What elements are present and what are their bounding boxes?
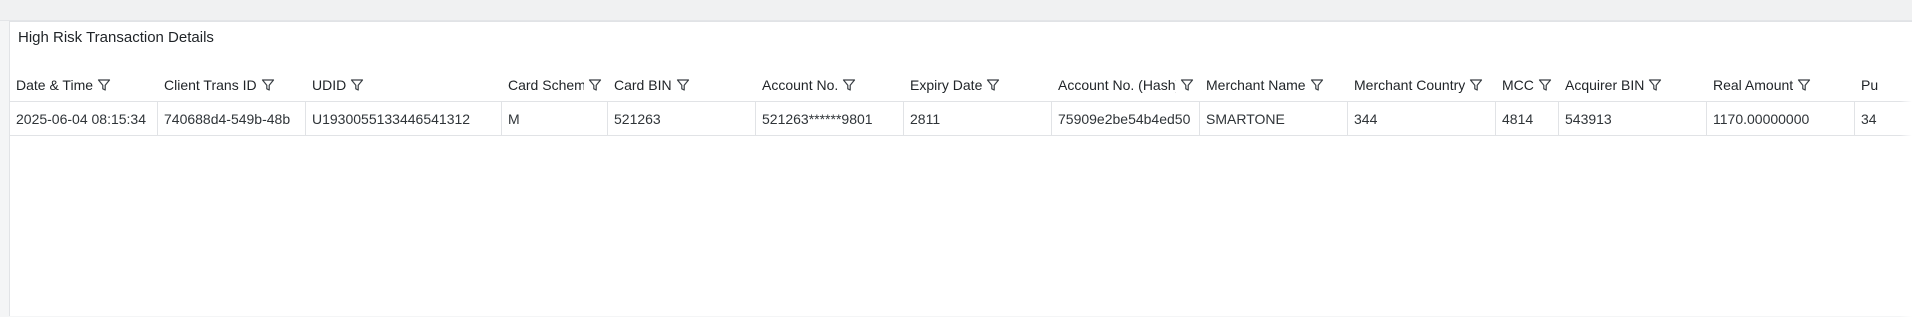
- cell-client-trans-id: 740688d4-549b-48b: [158, 102, 306, 135]
- grid-body: 2025-06-04 08:15:34 740688d4-549b-48b U193…: [10, 102, 1912, 136]
- column-header-label: MCC: [1502, 76, 1534, 93]
- cell-udid: U1930055133446541312: [306, 102, 502, 135]
- filter-icon[interactable]: [676, 78, 690, 92]
- filter-icon[interactable]: [1469, 78, 1483, 92]
- header-row: Date & Time Client Trans ID UDID Card Schem…: [10, 68, 1912, 102]
- filter-icon[interactable]: [1310, 78, 1324, 92]
- filter-icon[interactable]: [986, 78, 1000, 92]
- column-header-label: Merchant Country: [1354, 76, 1466, 93]
- filter-icon[interactable]: [842, 78, 856, 92]
- column-header-client-trans-id[interactable]: Client Trans ID: [158, 68, 306, 101]
- table-row[interactable]: 2025-06-04 08:15:34 740688d4-549b-48b U193…: [10, 102, 1912, 136]
- column-header-label: Expiry Date: [910, 76, 983, 93]
- column-header-label: Acquirer BIN: [1565, 76, 1645, 93]
- column-header-mcc[interactable]: MCC: [1496, 68, 1559, 101]
- cell-date-time: 2025-06-04 08:15:34: [10, 102, 158, 135]
- filter-icon[interactable]: [1648, 78, 1662, 92]
- cell-account-no-hash: 75909e2be54b4ed50: [1052, 102, 1200, 135]
- column-header-label: Account No. (Hash): [1058, 76, 1176, 93]
- column-header-label: Pu: [1861, 76, 1879, 93]
- cell-expiry-date: 2811: [904, 102, 1052, 135]
- column-header-acquirer-bin[interactable]: Acquirer BIN: [1559, 68, 1707, 101]
- high-risk-transactions-panel: High Risk Transaction Details Date & Tim…: [9, 21, 1912, 317]
- column-header-real-amount[interactable]: Real Amount: [1707, 68, 1855, 101]
- column-header-card-bin[interactable]: Card BIN: [608, 68, 756, 101]
- column-header-label: Real Amount: [1713, 76, 1794, 93]
- cell-card-scheme: M: [502, 102, 608, 135]
- top-strip: [0, 0, 1912, 21]
- cell-mcc: 4814: [1496, 102, 1559, 135]
- filter-icon[interactable]: [1797, 78, 1811, 92]
- cell-acquirer-bin: 543913: [1559, 102, 1707, 135]
- column-header-label: Card BIN: [614, 76, 672, 93]
- filter-icon[interactable]: [588, 78, 602, 92]
- filter-icon[interactable]: [261, 78, 275, 92]
- column-header-label: Merchant Name: [1206, 76, 1306, 93]
- column-header-merchant-country[interactable]: Merchant Country: [1348, 68, 1496, 101]
- cell-account-no: 521263******9801: [756, 102, 904, 135]
- column-header-udid[interactable]: UDID: [306, 68, 502, 101]
- cell-merchant-country: 344: [1348, 102, 1496, 135]
- transactions-grid: Date & Time Client Trans ID UDID Card Schem…: [10, 68, 1912, 136]
- filter-icon[interactable]: [1538, 78, 1552, 92]
- column-header-account-no[interactable]: Account No.: [756, 68, 904, 101]
- horizontal-overflow-edge: [1900, 68, 1912, 317]
- cell-card-bin: 521263: [608, 102, 756, 135]
- panel-title: High Risk Transaction Details: [18, 29, 214, 46]
- cell-real-amount: 1170.00000000: [1707, 102, 1855, 135]
- column-header-label: Client Trans ID: [164, 76, 257, 93]
- column-header-account-no-hash[interactable]: Account No. (Hash): [1052, 68, 1200, 101]
- column-header-label: Account No.: [762, 76, 839, 93]
- column-header-label: UDID: [312, 76, 347, 93]
- filter-icon[interactable]: [350, 78, 364, 92]
- column-header-card-scheme[interactable]: Card Scheme: [502, 68, 608, 101]
- filter-icon[interactable]: [1180, 78, 1194, 92]
- column-header-label: Card Scheme: [508, 76, 584, 93]
- filter-icon[interactable]: [97, 78, 111, 92]
- column-header-date-time[interactable]: Date & Time: [10, 68, 158, 101]
- column-header-label: Date & Time: [16, 76, 94, 93]
- cell-merchant-name: SMARTONE: [1200, 102, 1348, 135]
- column-header-expiry-date[interactable]: Expiry Date: [904, 68, 1052, 101]
- column-header-merchant-name[interactable]: Merchant Name: [1200, 68, 1348, 101]
